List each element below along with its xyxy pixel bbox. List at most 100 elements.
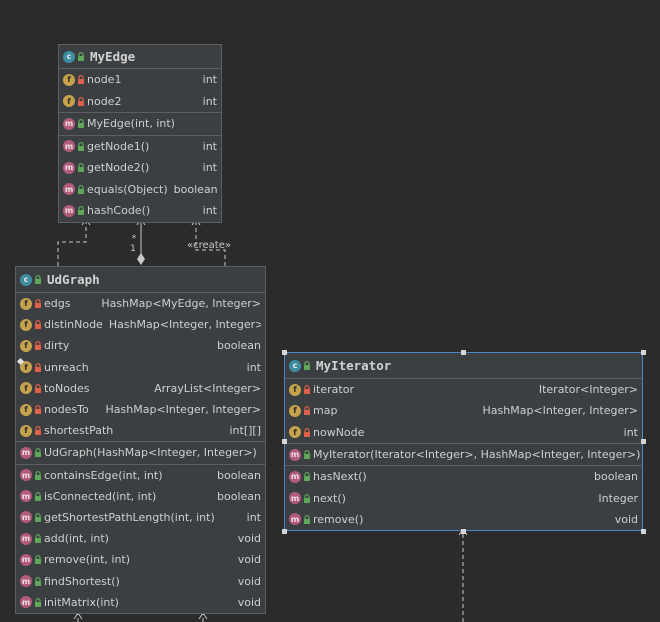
method-row[interactable]: m initMatrix(int) void	[16, 592, 265, 613]
public-lock-icon	[34, 512, 42, 522]
method-icon: m	[20, 490, 32, 503]
method-row[interactable]: m hasNext() boolean	[285, 466, 642, 487]
method-icon: m	[20, 575, 32, 588]
class-icon: c	[63, 50, 75, 63]
resize-handle[interactable]	[640, 349, 646, 355]
private-lock-icon	[34, 341, 42, 351]
method-row[interactable]: m isConnected(int, int) boolean	[16, 486, 265, 507]
public-lock-icon	[77, 206, 85, 216]
public-lock-icon	[34, 555, 42, 565]
method-type: int	[202, 139, 217, 153]
resize-handle[interactable]	[461, 528, 466, 534]
field-row[interactable]: f node2 int	[59, 91, 221, 113]
public-lock-icon	[77, 52, 85, 61]
method-type: int	[202, 161, 217, 175]
field-icon: f	[63, 95, 75, 108]
field-icon: f	[20, 424, 32, 437]
method-row[interactable]: m add(int, int) void	[16, 528, 265, 549]
class-icon: c	[20, 273, 32, 286]
constructor-row[interactable]: m MyIterator(Iterator<Integer>, HashMap<I…	[285, 444, 642, 465]
create-label: «create»	[187, 240, 231, 251]
method-type: boolean	[173, 182, 217, 196]
method-name: getShortestPathLength(int, int)	[44, 510, 215, 524]
method-section: m hasNext() boolean m next() Integer m remove()…	[285, 466, 642, 530]
field-row[interactable]: f dirty boolean	[16, 335, 265, 356]
method-row[interactable]: m containsEdge(int, int) boolean	[16, 465, 265, 486]
public-lock-icon	[303, 514, 311, 524]
class-myedge[interactable]: c MyEdge f node1 int f node2 int m MyEdge(int, in…	[58, 44, 222, 223]
field-row[interactable]: f toNodes ArrayList<Integer>	[16, 378, 265, 399]
dependency-line[interactable]	[57, 219, 87, 266]
class-myiterator[interactable]: c MyIterator f iterator Iterator<Integer> f ma…	[284, 352, 643, 532]
field-name: iterator	[313, 383, 354, 397]
constructor-section: m MyEdge(int, int)	[59, 113, 221, 136]
field-row[interactable]: f map HashMap<Integer, Integer>	[285, 400, 642, 421]
field-icon: f	[20, 382, 32, 395]
field-row[interactable]: f shortestPath int[][]	[16, 420, 265, 441]
resize-handle[interactable]	[281, 439, 287, 445]
resize-handle[interactable]	[640, 528, 646, 534]
field-type: boolean	[217, 339, 261, 353]
public-lock-icon	[34, 534, 42, 544]
resize-handle[interactable]	[281, 349, 287, 355]
resize-handle[interactable]	[461, 349, 466, 355]
multiplicity-one-label: 1	[130, 244, 136, 254]
constructor-row[interactable]: m UdGraph(HashMap<Integer, Integer>)	[16, 442, 265, 463]
method-row[interactable]: m getNode2() int	[59, 157, 221, 179]
field-name: distinNode	[44, 318, 103, 332]
private-lock-icon	[34, 383, 42, 393]
method-icon: m	[63, 140, 75, 153]
private-lock-icon	[303, 406, 311, 416]
method-row[interactable]: m getNode1() int	[59, 136, 221, 158]
field-row[interactable]: f nodesTo HashMap<Integer, Integer>	[16, 399, 265, 420]
field-type: Iterator<Integer>	[538, 383, 638, 397]
class-header: c MyEdge	[59, 45, 221, 69]
method-row[interactable]: m next() Integer	[285, 487, 642, 508]
field-row[interactable]: f nowNode int	[285, 422, 642, 443]
field-row[interactable]: f distinNode HashMap<Integer, Integer>	[16, 314, 265, 335]
method-icon: m	[63, 204, 75, 217]
public-lock-icon	[77, 141, 85, 151]
method-row[interactable]: m hashCode() int	[59, 200, 221, 222]
method-row[interactable]: m remove(int, int) void	[16, 549, 265, 570]
method-row[interactable]: m remove() void	[285, 509, 642, 530]
method-icon: m	[289, 492, 301, 505]
field-row[interactable]: f unreach int	[16, 357, 265, 378]
field-icon: f	[20, 339, 32, 352]
field-row[interactable]: f node1 int	[59, 69, 221, 91]
method-name: containsEdge(int, int)	[44, 468, 163, 482]
method-row[interactable]: m equals(Object) boolean	[59, 179, 221, 201]
constructor-row[interactable]: m MyEdge(int, int)	[59, 113, 221, 135]
method-icon: m	[20, 446, 32, 459]
method-name: initMatrix(int)	[44, 595, 119, 609]
resize-handle[interactable]	[281, 528, 287, 534]
method-name: getNode1()	[87, 139, 150, 153]
constructor-section: m UdGraph(HashMap<Integer, Integer>)	[16, 442, 265, 465]
class-udgraph[interactable]: c UdGraph f edgs HashMap<MyEdge, Integer> f di…	[15, 266, 266, 614]
class-name: UdGraph	[47, 272, 100, 287]
class-icon: c	[289, 359, 301, 372]
public-lock-icon	[303, 472, 311, 482]
method-name: findShortest()	[44, 574, 120, 588]
method-name: isConnected(int, int)	[44, 489, 157, 503]
public-lock-icon	[34, 576, 42, 586]
method-icon: m	[20, 553, 32, 566]
public-lock-icon	[303, 361, 311, 370]
method-row[interactable]: m getShortestPathLength(int, int) int	[16, 507, 265, 528]
field-type: int	[623, 425, 638, 439]
resize-handle[interactable]	[640, 439, 646, 445]
field-name: map	[313, 404, 338, 418]
public-lock-icon	[34, 470, 42, 480]
method-icon: m	[20, 511, 32, 524]
private-lock-icon	[303, 427, 311, 437]
field-row[interactable]: f iterator Iterator<Integer>	[285, 379, 642, 400]
public-lock-icon	[34, 448, 42, 458]
multiplicity-many-label: *	[132, 234, 137, 244]
private-lock-icon	[34, 426, 42, 436]
public-lock-icon	[34, 597, 42, 607]
method-row[interactable]: m findShortest() void	[16, 570, 265, 591]
method-name: add(int, int)	[44, 532, 109, 546]
public-lock-icon	[77, 119, 85, 129]
field-icon: f	[20, 403, 32, 416]
field-row[interactable]: f edgs HashMap<MyEdge, Integer>	[16, 293, 265, 314]
